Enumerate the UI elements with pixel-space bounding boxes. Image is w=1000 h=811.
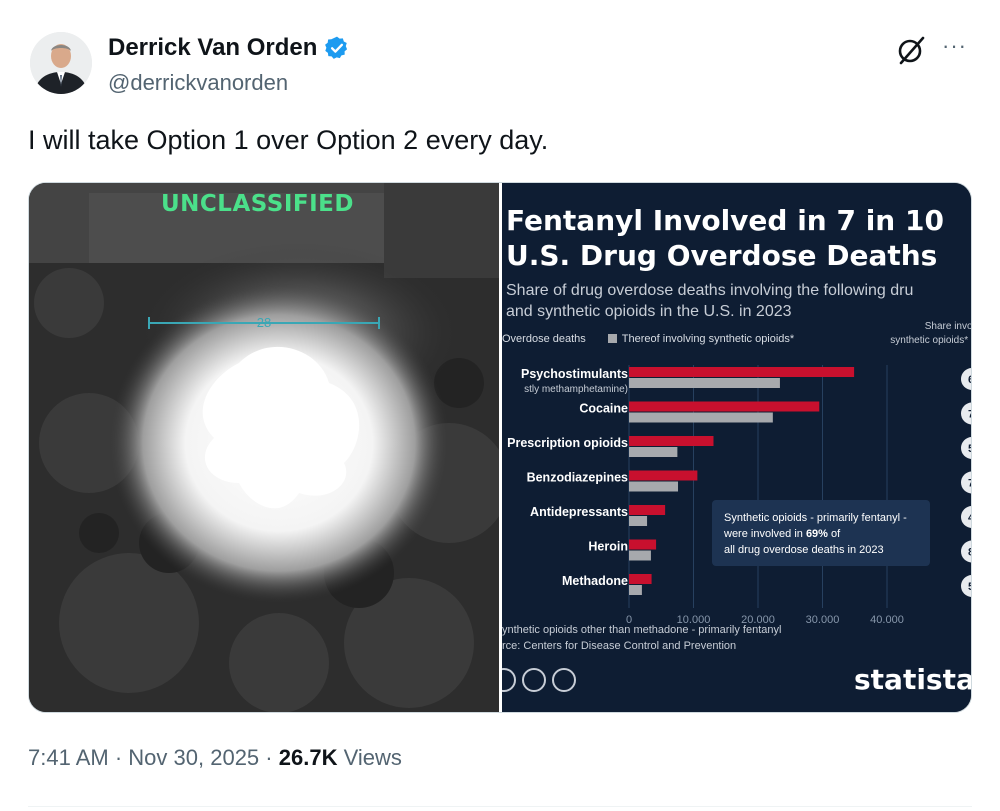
bar-synthetic-opioids	[629, 481, 679, 492]
category-label: Antidepressants	[530, 505, 628, 519]
chart-subtitle-line2: and synthetic opioids in the U.S. in 202…	[506, 303, 792, 320]
license-icons	[502, 668, 576, 692]
bottom-divider	[28, 806, 972, 807]
views-label: Views	[343, 745, 402, 770]
category-label: Benzodiazepines	[527, 471, 628, 485]
chart-legend: Overdose deaths Thereof involving synthet…	[502, 333, 794, 345]
chart-footnote: ynthetic opioids other than methadone - …	[502, 624, 782, 636]
unclassified-label: UNCLASSIFIED	[161, 191, 354, 217]
views-count: 26.7K	[278, 745, 338, 770]
attribution-icon	[522, 668, 546, 692]
share-value: 7	[968, 478, 972, 490]
bar-chart: 0 10,000 20,000 30,000 40,000 Psychostimulant…	[507, 365, 972, 623]
note-part3: of	[831, 528, 841, 540]
chart-annotation: Synthetic opioids - primarily fentanyl -…	[712, 500, 930, 566]
legend-grey-swatch	[607, 334, 617, 343]
x-tick-label: 10,000	[677, 614, 711, 623]
author-display-name[interactable]: Derrick Van Orden	[108, 34, 317, 62]
x-tick-label: 20,000	[741, 614, 775, 623]
share-value: 5	[968, 581, 972, 593]
author-avatar[interactable]	[30, 32, 92, 94]
note-part1: Synthetic opioids - primarily fentanyl -	[724, 512, 907, 524]
grok-slash-circle-icon[interactable]	[893, 32, 929, 68]
x-tick-label: 0	[626, 614, 632, 623]
meta-separator: ·	[265, 745, 273, 770]
meta-separator: ·	[114, 745, 123, 770]
reticle-number: 28	[257, 315, 271, 330]
bar-overdose-deaths	[629, 436, 714, 446]
bar-overdose-deaths	[629, 505, 666, 515]
share-column-header: Share involvi synthetic opioids* (in	[842, 320, 972, 348]
legend-synthetic-opioids: Thereof involving synthetic opioids*	[621, 333, 795, 345]
chart-subtitle: Share of drug overdose deaths involving …	[506, 280, 971, 322]
tweet-date[interactable]: Nov 30, 2025	[128, 745, 259, 770]
tweet-text: I will take Option 1 over Option 2 every…	[28, 125, 549, 155]
note-part2: were involved in	[724, 528, 803, 540]
cc-icon	[502, 668, 516, 692]
category-label: Cocaine	[579, 402, 628, 416]
note-percentage: 69%	[805, 528, 828, 540]
thermal-strike-image: 28	[29, 183, 499, 712]
category-label: Methadone	[562, 574, 628, 588]
chart-subtitle-line1: Share of drug overdose deaths involving …	[506, 282, 914, 299]
bar-synthetic-opioids	[629, 378, 780, 388]
share-value: 6	[968, 374, 972, 386]
no-derivatives-icon	[552, 668, 576, 692]
bar-synthetic-opioids	[629, 412, 773, 423]
category-label: Heroin	[588, 540, 628, 554]
verified-badge-icon[interactable]	[324, 35, 350, 61]
media-image-thermal-strike[interactable]: 28 UNCLASSIFIED	[29, 183, 499, 712]
statista-logo: statista	[854, 663, 972, 696]
bar-synthetic-opioids	[629, 447, 678, 457]
bar-overdose-deaths	[629, 401, 820, 412]
share-header-line2: synthetic opioids* (in	[890, 335, 971, 346]
x-tick-label: 40,000	[870, 614, 904, 623]
media-image-statista-chart[interactable]: Fentanyl Involved in 7 in 10 U.S. Drug O…	[502, 183, 972, 712]
bar-overdose-deaths	[629, 367, 855, 377]
x-tick-label: 30,000	[806, 614, 840, 623]
bar-overdose-deaths	[629, 539, 657, 550]
category-label: Psychostimulants	[521, 367, 628, 381]
author-name-row[interactable]: Derrick Van Orden	[108, 34, 350, 62]
category-sublabel: stly methamphetamine)	[524, 384, 628, 395]
tweet-meta: 7:41 AM · Nov 30, 2025 · 26.7K Views	[28, 745, 402, 771]
share-value: 8	[968, 547, 972, 559]
share-value: 4	[968, 512, 972, 524]
share-value: 7	[968, 409, 972, 421]
avatar-image	[30, 32, 92, 94]
more-horizontal-icon[interactable]: ···	[942, 35, 972, 60]
note-part4: all drug overdose deaths in 2023	[724, 544, 884, 556]
bar-synthetic-opioids	[629, 516, 648, 526]
chart-source: rce: Centers for Disease Control and Pre…	[502, 640, 737, 652]
bar-overdose-deaths	[629, 574, 652, 584]
chart-title: Fentanyl Involved in 7 in 10 U.S. Drug O…	[506, 204, 944, 272]
share-header-line1: Share involvi	[924, 321, 972, 332]
tweet-time[interactable]: 7:41 AM	[28, 745, 109, 770]
bar-synthetic-opioids	[629, 585, 642, 595]
tweet-media[interactable]: 28 UNCLASSIFIED Fentanyl Involved in 7 i…	[28, 182, 972, 713]
author-handle[interactable]: @derrickvanorden	[108, 70, 288, 96]
legend-overdose-deaths: Overdose deaths	[502, 333, 586, 345]
share-value: 5	[968, 443, 972, 455]
bar-synthetic-opioids	[629, 550, 651, 561]
bar-overdose-deaths	[629, 470, 698, 481]
category-label: Prescription opioids	[507, 436, 628, 450]
